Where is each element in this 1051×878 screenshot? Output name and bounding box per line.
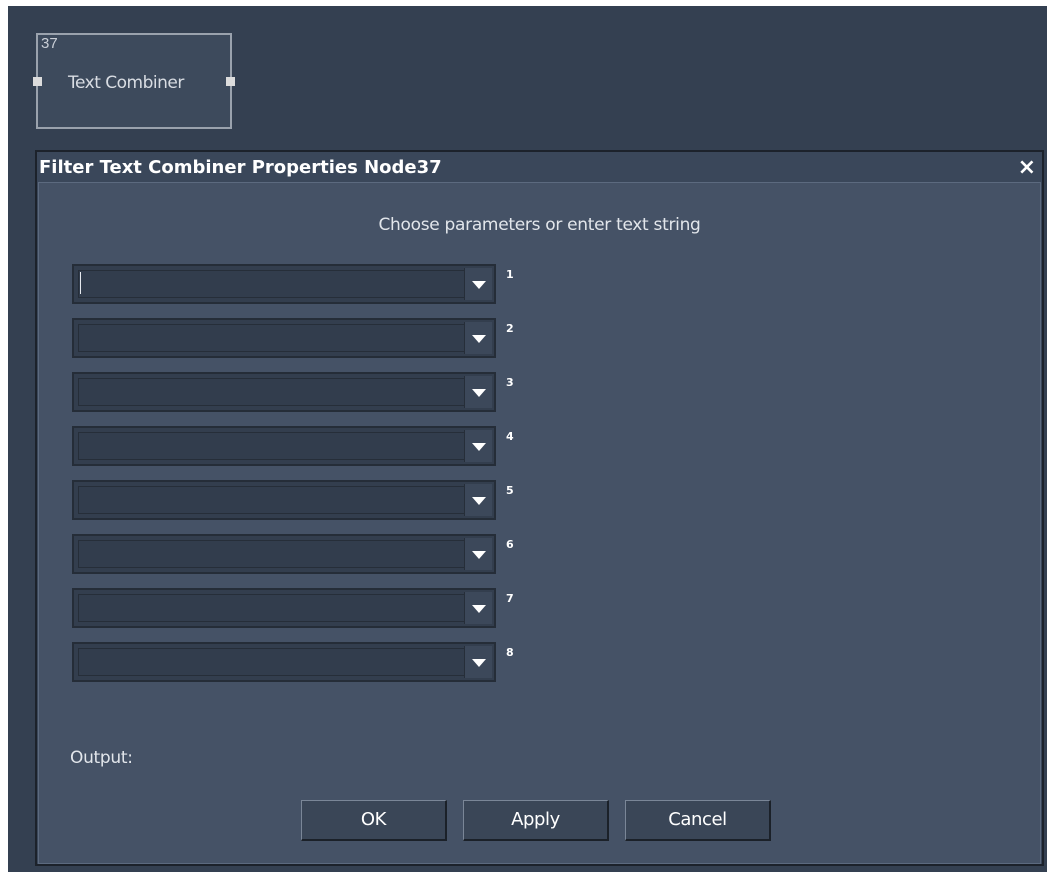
node-id-label: 37 bbox=[41, 35, 58, 52]
chevron-down-icon bbox=[472, 551, 486, 559]
parameter-input-6[interactable] bbox=[78, 540, 466, 568]
parameter-number-2: 2 bbox=[506, 322, 514, 335]
node-title: Text Combiner bbox=[68, 73, 184, 93]
parameter-input-3[interactable] bbox=[78, 378, 466, 406]
chevron-down-icon bbox=[472, 605, 486, 613]
properties-dialog: Filter Text Combiner Properties Node37 ×… bbox=[35, 150, 1044, 866]
parameter-number-8: 8 bbox=[506, 646, 514, 659]
parameter-input-1[interactable] bbox=[78, 270, 466, 298]
parameter-number-6: 6 bbox=[506, 538, 514, 551]
parameter-combo-5[interactable] bbox=[72, 480, 496, 520]
dropdown-button-1[interactable] bbox=[464, 268, 492, 300]
parameter-input-4[interactable] bbox=[78, 432, 466, 460]
parameter-combo-6[interactable] bbox=[72, 534, 496, 574]
parameter-input-2[interactable] bbox=[78, 324, 466, 352]
parameter-number-1: 1 bbox=[506, 268, 514, 281]
dropdown-button-6[interactable] bbox=[464, 538, 492, 570]
instruction-text: Choose parameters or enter text string bbox=[378, 215, 701, 235]
parameter-number-3: 3 bbox=[506, 376, 514, 389]
parameter-combo-8[interactable] bbox=[72, 642, 496, 682]
parameter-combo-2[interactable] bbox=[72, 318, 496, 358]
node-canvas[interactable]: 37 Text Combiner Filter Text Combiner Pr… bbox=[8, 6, 1047, 872]
parameter-input-5[interactable] bbox=[78, 486, 466, 514]
dialog-titlebar[interactable]: Filter Text Combiner Properties Node37 × bbox=[37, 152, 1042, 182]
chevron-down-icon bbox=[472, 335, 486, 343]
node-output-port[interactable] bbox=[226, 77, 235, 86]
dropdown-button-8[interactable] bbox=[464, 646, 492, 678]
parameter-combo-3[interactable] bbox=[72, 372, 496, 412]
cancel-button[interactable]: Cancel bbox=[625, 800, 771, 841]
text-caret bbox=[80, 272, 81, 294]
apply-button[interactable]: Apply bbox=[463, 800, 609, 841]
chevron-down-icon bbox=[472, 281, 486, 289]
chevron-down-icon bbox=[472, 389, 486, 397]
close-icon[interactable]: × bbox=[1018, 155, 1036, 180]
parameter-number-7: 7 bbox=[506, 592, 514, 605]
dropdown-button-2[interactable] bbox=[464, 322, 492, 354]
dialog-title: Filter Text Combiner Properties Node37 bbox=[39, 157, 442, 178]
chevron-down-icon bbox=[472, 443, 486, 451]
parameter-input-7[interactable] bbox=[78, 594, 466, 622]
parameter-input-8[interactable] bbox=[78, 648, 466, 676]
output-label: Output: bbox=[70, 748, 133, 768]
parameter-combo-1[interactable] bbox=[72, 264, 496, 304]
parameter-number-5: 5 bbox=[506, 484, 514, 497]
dropdown-button-5[interactable] bbox=[464, 484, 492, 516]
dropdown-button-7[interactable] bbox=[464, 592, 492, 624]
node-input-port[interactable] bbox=[33, 77, 42, 86]
parameter-combo-7[interactable] bbox=[72, 588, 496, 628]
ok-button[interactable]: OK bbox=[301, 800, 447, 841]
dropdown-button-4[interactable] bbox=[464, 430, 492, 462]
parameter-number-4: 4 bbox=[506, 430, 514, 443]
chevron-down-icon bbox=[472, 497, 486, 505]
dialog-body: Choose parameters or enter text string 1… bbox=[38, 182, 1041, 864]
dropdown-button-3[interactable] bbox=[464, 376, 492, 408]
parameter-combo-4[interactable] bbox=[72, 426, 496, 466]
chevron-down-icon bbox=[472, 659, 486, 667]
text-combiner-node[interactable]: 37 Text Combiner bbox=[33, 33, 235, 129]
